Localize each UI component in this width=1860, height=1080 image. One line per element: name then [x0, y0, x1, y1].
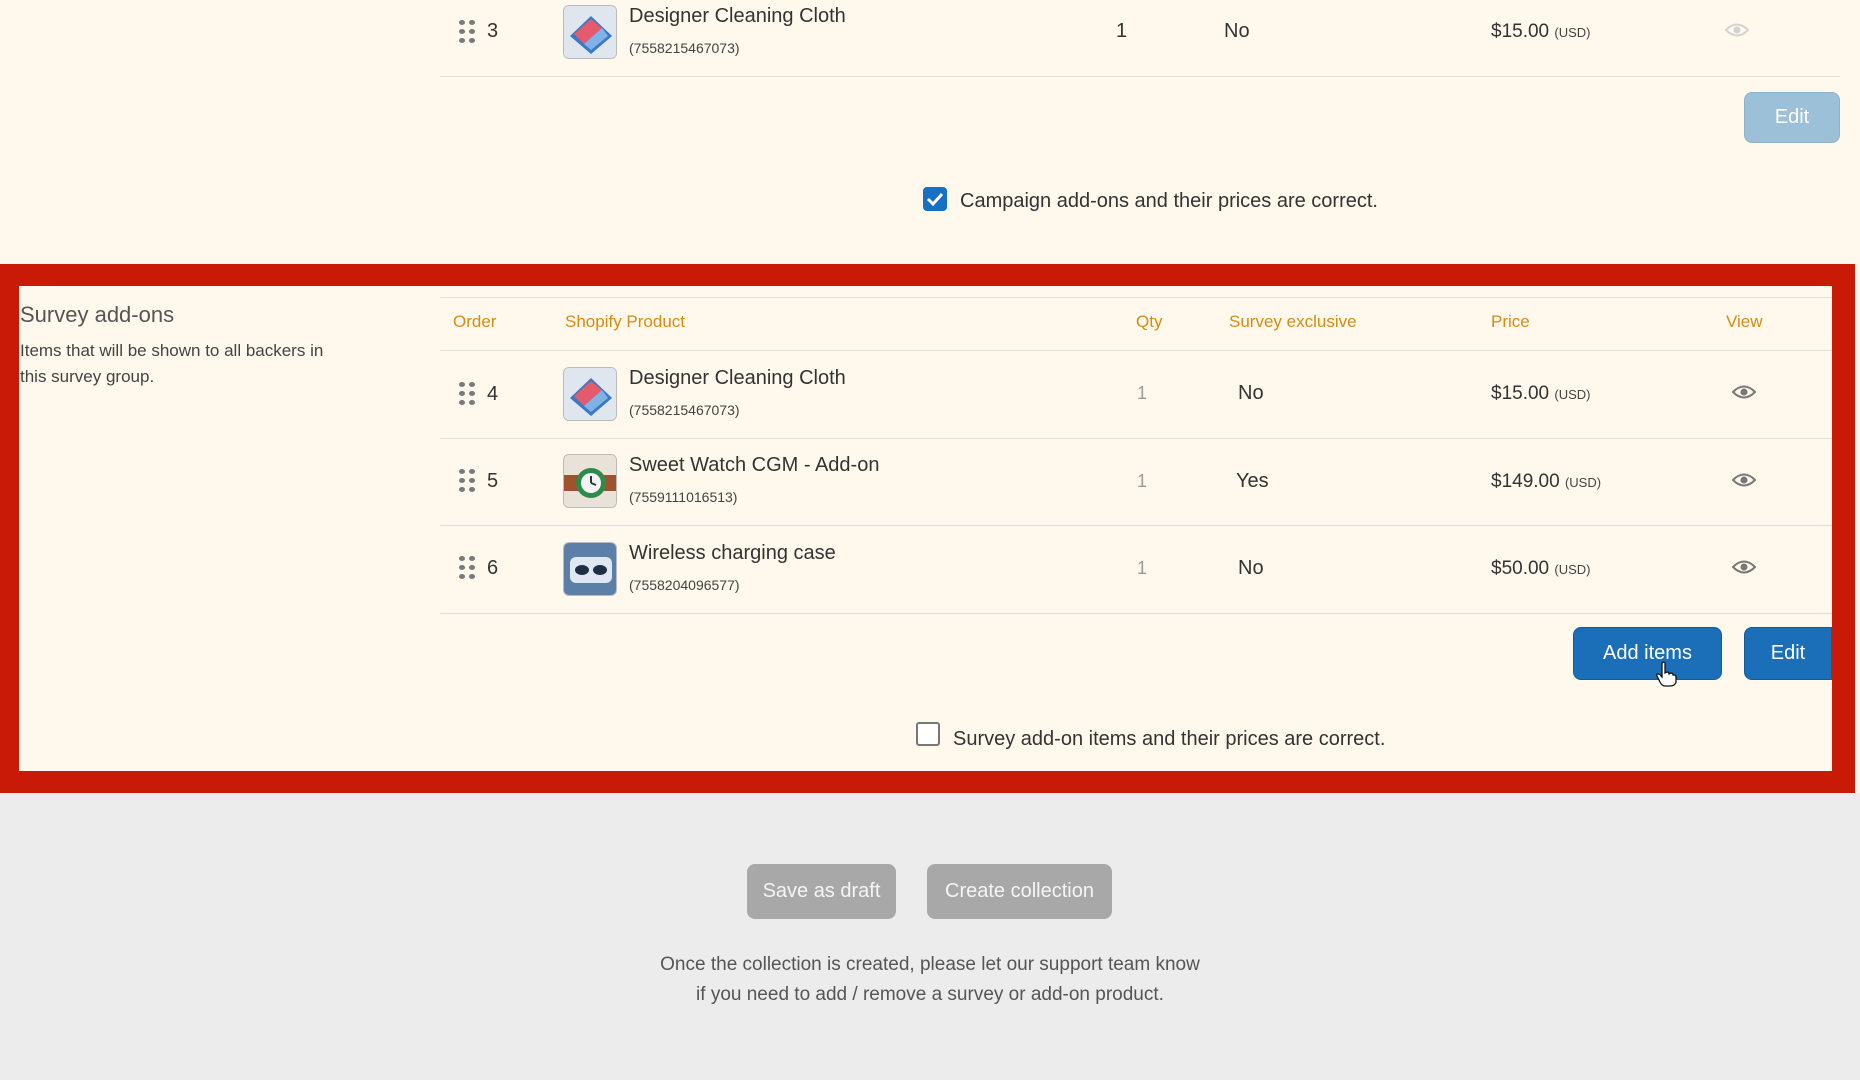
price-currency: (USD)	[1554, 387, 1591, 402]
column-header-product: Shopify Product	[565, 312, 686, 331]
product-name: Designer Cleaning Cloth	[629, 367, 846, 389]
campaign-edit-button[interactable]: Edit	[1744, 92, 1840, 143]
survey-confirm-checkbox[interactable]	[916, 722, 940, 746]
row-qty: 1	[1137, 558, 1148, 578]
column-header-qty: Qty	[1136, 312, 1163, 331]
row-price: $149.00 (USD)	[1491, 471, 1601, 493]
product-id: (7558215467073)	[629, 402, 740, 418]
watch-thumbnail	[563, 454, 617, 508]
column-header-price: Price	[1491, 312, 1530, 331]
footer-note-line: if you need to add / remove a survey or …	[696, 984, 1164, 1005]
row-qty: 1	[1137, 383, 1148, 403]
product-id: (7559111016513)	[629, 489, 738, 505]
row-price: $15.00 (USD)	[1491, 21, 1591, 43]
column-header-order: Order	[453, 312, 497, 331]
description-line: Items that will be shown to all backers …	[20, 341, 324, 360]
row-qty: 1	[1116, 20, 1128, 42]
survey-section-title: Survey add-ons	[20, 302, 175, 327]
table-row	[440, 351, 1832, 439]
column-header-survey-exclusive: Survey exclusive	[1229, 312, 1357, 331]
product-name: Sweet Watch CGM - Add-on	[629, 454, 880, 476]
row-survey-exclusive: No	[1224, 20, 1250, 42]
row-qty: 1	[1137, 471, 1148, 491]
campaign-confirm-label: Campaign add-ons and their prices are co…	[960, 190, 1378, 212]
cleaning-cloth-thumbnail	[563, 367, 617, 421]
survey-confirm-label: Survey add-on items and their prices are…	[953, 728, 1386, 750]
price-value: $15.00	[1491, 383, 1550, 404]
price-currency: (USD)	[1554, 562, 1591, 577]
product-id: (7558215467073)	[629, 40, 740, 56]
eye-icon[interactable]	[1725, 22, 1749, 38]
table-row	[440, 439, 1832, 526]
row-price: $50.00 (USD)	[1491, 558, 1591, 580]
product-name: Wireless charging case	[629, 542, 836, 564]
row-survey-exclusive: No	[1238, 382, 1264, 404]
row-survey-exclusive: No	[1238, 557, 1264, 579]
price-value: $149.00	[1491, 471, 1560, 492]
description-line: this survey group.	[20, 367, 155, 386]
column-header-view: View	[1726, 312, 1763, 331]
drag-handle-icon[interactable]	[459, 556, 475, 579]
campaign-confirm-checkbox[interactable]	[923, 187, 947, 211]
hand-cursor-icon	[1655, 661, 1677, 692]
price-value: $50.00	[1491, 558, 1550, 579]
survey-edit-button[interactable]: Edit	[1744, 627, 1832, 680]
charging-case-thumbnail	[563, 542, 617, 596]
eye-icon[interactable]	[1732, 472, 1756, 488]
drag-handle-icon[interactable]	[459, 382, 475, 405]
create-collection-button[interactable]: Create collection	[927, 864, 1112, 919]
survey-section-description: Items that will be shown to all backers …	[20, 338, 360, 390]
table-row	[440, 526, 1832, 614]
row-order-number: 5	[487, 470, 499, 492]
price-value: $15.00	[1491, 21, 1550, 42]
save-as-draft-button[interactable]: Save as draft	[747, 864, 896, 919]
drag-handle-icon[interactable]	[459, 469, 475, 492]
product-name: Designer Cleaning Cloth	[629, 5, 846, 27]
row-order-number: 3	[487, 20, 499, 42]
eye-icon[interactable]	[1732, 559, 1756, 575]
product-id: (7558204096577)	[629, 577, 740, 593]
drag-handle-icon[interactable]	[459, 20, 475, 43]
footer-note-line: Once the collection is created, please l…	[660, 954, 1200, 975]
row-order-number: 4	[487, 383, 499, 405]
price-currency: (USD)	[1564, 475, 1602, 490]
row-survey-exclusive: Yes	[1236, 470, 1269, 492]
eye-icon[interactable]	[1732, 384, 1756, 400]
row-price: $15.00 (USD)	[1491, 383, 1591, 405]
add-items-button[interactable]: Add items	[1573, 627, 1722, 680]
cleaning-cloth-thumbnail	[563, 5, 617, 59]
footer-note: Once the collection is created, please l…	[530, 950, 1330, 1010]
form-footer	[0, 793, 1860, 1080]
price-currency: (USD)	[1554, 25, 1591, 40]
row-order-number: 6	[487, 557, 499, 579]
